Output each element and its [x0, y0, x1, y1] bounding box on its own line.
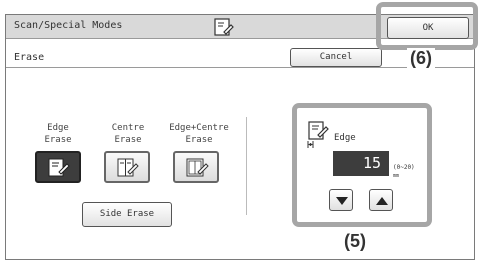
edge-erase-icon — [48, 158, 70, 177]
edge-centre-erase-button[interactable] — [173, 151, 219, 183]
edge-width-icon — [307, 121, 329, 148]
subheader-title: Erase — [14, 52, 45, 63]
edge-erase-button[interactable] — [35, 151, 81, 183]
erase-document-icon — [214, 18, 234, 36]
triangle-down-icon — [336, 197, 348, 205]
edge-width-unit: mm — [393, 173, 400, 179]
section-divider — [246, 117, 247, 215]
erase-subheader: Erase Cancel — [6, 48, 474, 68]
callout-label-6: (6) — [407, 48, 435, 69]
edge-setting-label: Edge — [334, 133, 356, 143]
triangle-up-icon — [376, 197, 388, 205]
side-erase-button[interactable]: Side Erase — [82, 202, 172, 227]
centre-erase-icon — [117, 158, 139, 177]
page-title: Scan/Special Modes — [14, 20, 123, 31]
decrease-button[interactable] — [329, 189, 353, 211]
mode-label-centre-erase: Centre Erase — [111, 123, 145, 145]
mode-label-edge-centre-erase: Edge+Centre Erase — [169, 123, 229, 145]
edge-centre-erase-icon — [186, 158, 209, 177]
mode-label-edge-erase: Edge Erase — [44, 123, 72, 145]
callout-frame-ok — [376, 2, 478, 50]
edge-width-range: (0~20) — [393, 164, 415, 171]
increase-button[interactable] — [369, 189, 393, 211]
centre-erase-button[interactable] — [104, 151, 150, 183]
edge-width-value: 15 — [333, 151, 389, 176]
callout-label-5: (5) — [341, 231, 369, 252]
cancel-button[interactable]: Cancel — [290, 48, 382, 67]
